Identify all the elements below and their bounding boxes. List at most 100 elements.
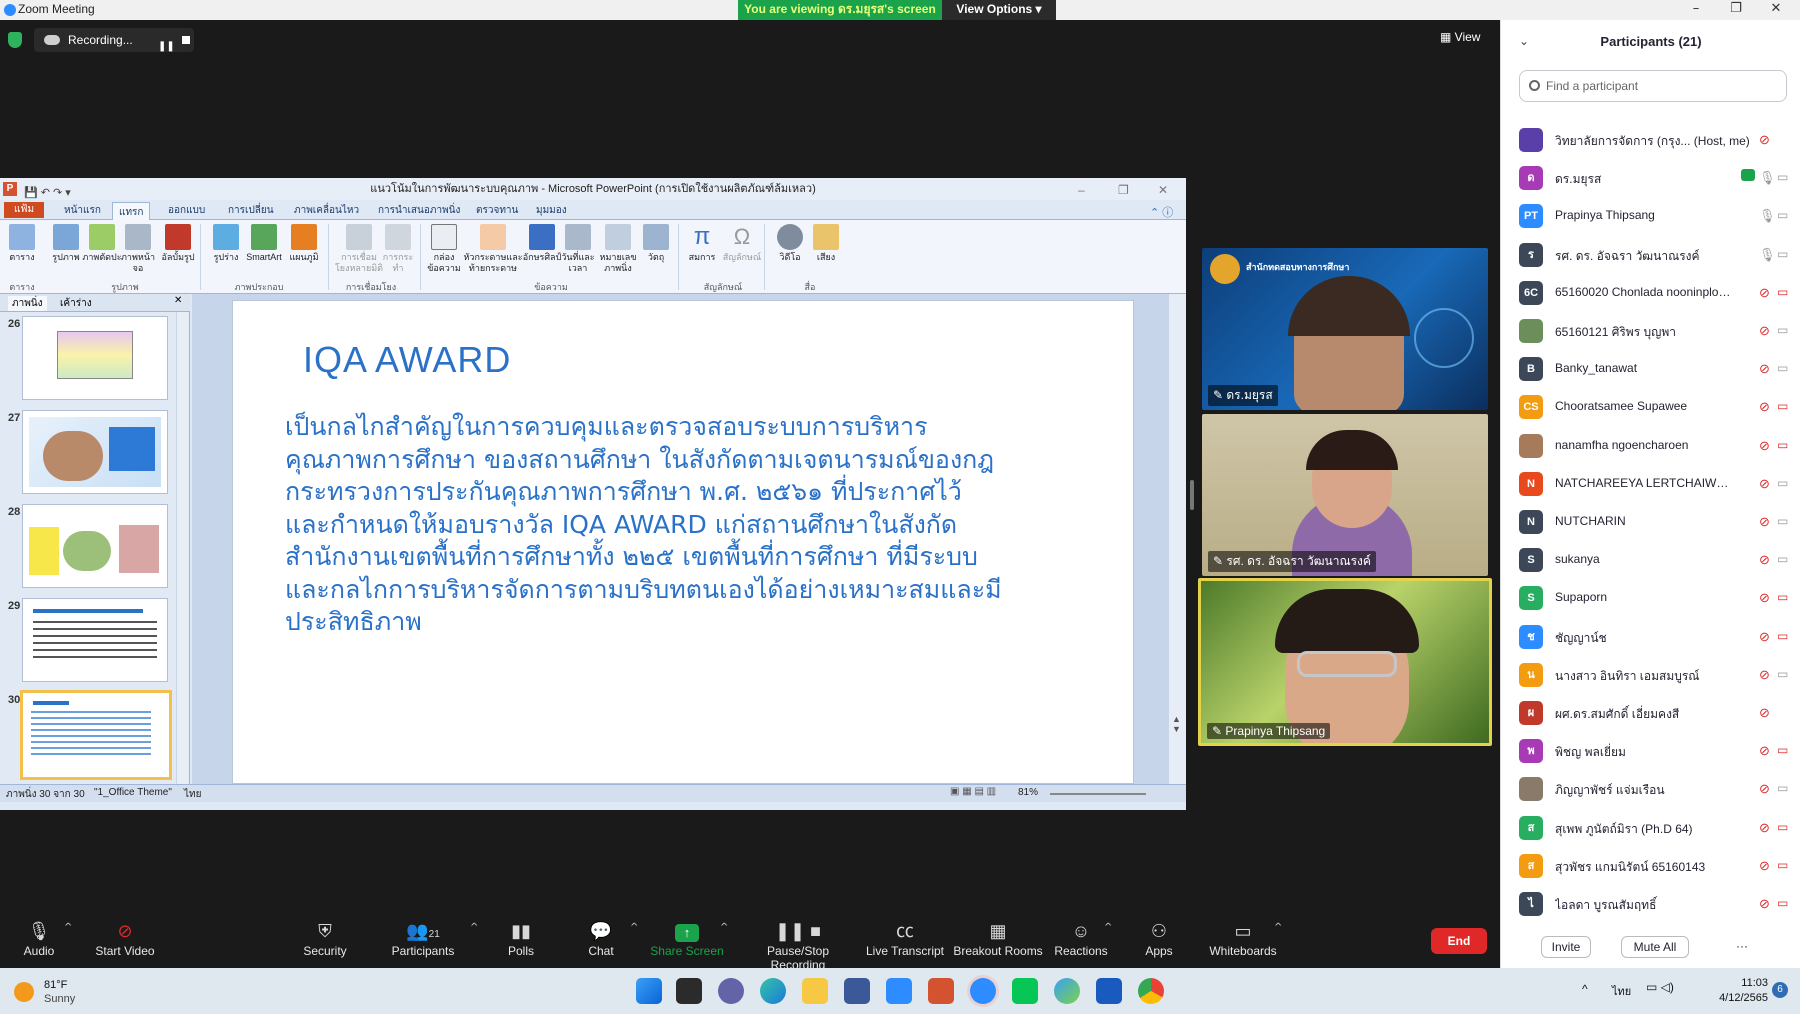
start-video-button[interactable]: ⊘ Start Video (80, 912, 170, 968)
live-transcript-button[interactable]: ㏄ Live Transcript (860, 912, 950, 968)
muted-mic-icon: ⊘ (1759, 857, 1770, 873)
end-meeting-button[interactable]: End (1431, 928, 1487, 954)
stop-recording-icon[interactable] (182, 36, 190, 44)
group-label-table: ตาราง (9, 282, 35, 292)
edge-icon[interactable] (760, 978, 786, 1004)
slide-number-icon (605, 224, 631, 250)
powerpoint-taskbar-icon[interactable] (928, 978, 954, 1004)
browser-icon[interactable] (1054, 978, 1080, 1004)
input-language[interactable]: ไทย (1612, 982, 1631, 1000)
pause-stop-recording-button[interactable]: ❚❚ ■ Pause/Stop Recording (738, 912, 858, 972)
video-reel-icon (777, 224, 803, 250)
network-volume-icon[interactable]: ▭ ◁) (1646, 980, 1674, 994)
task-view-icon[interactable] (676, 978, 702, 1004)
participant-row[interactable]: น นางสาว อินทิรา เอมสมบูรณ์ ⊘ ▭ (1519, 655, 1789, 693)
participant-row[interactable]: ไ ไอลดา บูรณสัมฤทธิ์ ⊘ ▭ (1519, 884, 1789, 922)
avatar: ด (1519, 166, 1543, 191)
video-tile-1[interactable]: สำนักทดสอบทางการศึกษา ✎ ดร.มยุรส (1202, 248, 1488, 410)
participants-button[interactable]: 👥21 Participants (378, 912, 468, 968)
audio-options-caret[interactable]: ^ (64, 922, 72, 933)
avatar: ไ (1519, 892, 1543, 916)
share-options-caret[interactable]: ^ (720, 922, 728, 933)
chrome-icon[interactable] (1138, 978, 1164, 1004)
slide-number: 28 (8, 506, 21, 518)
participant-row[interactable]: B Banky_tanawat ⊘ ▭ (1519, 349, 1789, 387)
line-icon[interactable] (1012, 978, 1038, 1004)
view-options-button[interactable]: View Options ▾ (942, 0, 1056, 20)
participant-name: สุวพัชร แกมนิรัตน์ 65160143 (1555, 859, 1706, 874)
security-button[interactable]: ⛨ Security (280, 912, 370, 968)
close-icon[interactable]: ✕ (1756, 0, 1796, 20)
ribbon-symbol: Ω สัญลักษณ์ (722, 224, 762, 262)
ppt-tab-transitions: การเปลี่ยน (228, 205, 274, 216)
mail-icon[interactable] (886, 978, 912, 1004)
whiteboards-options-caret[interactable]: ^ (1274, 922, 1282, 933)
participant-row[interactable]: ช ชัญญาน์ช ⊘ ▭ (1519, 617, 1789, 655)
slide-title: IQA AWARD (303, 339, 512, 380)
chat-button[interactable]: 💬 Chat (556, 912, 646, 968)
participant-row[interactable]: 6C 65160020 Chonlada nooninplod... ⊘ ▭ (1519, 273, 1789, 311)
video-tile-3-active-speaker[interactable]: ✎ Prapinya Thipsang (1198, 578, 1492, 746)
muted-mic-icon: ⊘ (1759, 437, 1770, 453)
zoom-taskbar-icon[interactable] (970, 978, 996, 1004)
action-icon (385, 224, 411, 250)
file-explorer-icon[interactable] (802, 978, 828, 1004)
participant-name: รศ. ดร. อัจฉรา วัฒนาณรงค์ (1555, 248, 1700, 263)
shapes-icon (213, 224, 239, 250)
encryption-shield-icon[interactable] (8, 32, 22, 48)
minimize-icon[interactable]: – (1676, 0, 1716, 20)
participant-row[interactable]: 65160121 ศิริพร บุญพา ⊘ ▭ (1519, 311, 1789, 349)
participant-row[interactable]: ส สุเพพ ภูนัตถ์มิรา (Ph.D 64) ⊘ ▭ (1519, 808, 1789, 846)
video-tile-2[interactable]: ✎ รศ. ดร. อัจฉรา วัฒนาณรงค์ (1202, 414, 1488, 576)
meeting-toolbar: 🎙 Audio ^ ⊘ Start Video ⛨ Security 👥21 Parti… (0, 912, 1500, 972)
tab-outline: เค้าร่าง (60, 298, 92, 309)
notification-badge[interactable]: 6 (1772, 982, 1788, 998)
whiteboards-button[interactable]: ▭ Whiteboards (1198, 912, 1288, 968)
participant-row[interactable]: ร รศ. ดร. อัจฉรา วัฒนาณรงค์ 🎙 ▭ (1519, 235, 1789, 273)
muted-mic-icon: ⊘ (1759, 896, 1770, 911)
invite-button[interactable]: Invite (1541, 936, 1591, 958)
participant-row[interactable]: S Supaporn ⊘ ▭ (1519, 578, 1789, 616)
participant-row[interactable]: ส สุวพัชร แกมนิรัตน์ 65160143 ⊘ ▭ (1519, 846, 1789, 884)
system-clock[interactable]: 11:03 4/12/2565 (1698, 976, 1768, 1006)
reactions-button[interactable]: ☺ Reactions (1036, 912, 1126, 968)
participant-row[interactable]: Ssukanya ⊘ ▭ (1519, 540, 1789, 578)
participant-row[interactable]: N NUTCHARIN ⊘ ▭ (1519, 502, 1789, 540)
audio-button[interactable]: 🎙 Audio (0, 912, 84, 968)
participant-row[interactable]: CS Chooratsamee Supawee ⊘ ▭ (1519, 387, 1789, 425)
ribbon-table: ตาราง (2, 224, 42, 263)
participant-row[interactable]: nanamfha ngoencharoen ⊘ ▭ (1519, 426, 1789, 464)
ribbon-date-time: วันที่และเวลา (558, 224, 598, 274)
org-caption: สำนักทดสอบทางการศึกษา (1246, 262, 1350, 272)
smartart-icon (251, 224, 277, 250)
participant-search-input[interactable]: Find a participant (1519, 70, 1787, 102)
teams-chat-icon[interactable] (718, 978, 744, 1004)
apps-button[interactable]: ⚇ Apps (1114, 912, 1204, 968)
participant-row[interactable]: ด ดร.มยุรส 🎙 ▭ (1519, 158, 1789, 196)
reactions-options-caret[interactable]: ^ (1104, 922, 1112, 933)
view-button[interactable]: ▦ View (1440, 30, 1480, 44)
participant-row[interactable]: PT Prapinya Thipsang 🎙 ▭ (1519, 196, 1789, 234)
word-icon[interactable] (1096, 978, 1122, 1004)
participant-row[interactable]: ภิญญาพัชร์ แจ่มเรือน ⊘ ▭ (1519, 769, 1789, 807)
polls-button[interactable]: ▮▮ Polls (476, 912, 566, 968)
participant-row[interactable]: ผ ผศ.ดร.สมศักดิ์ เอี่ยมคงสี ⊘ (1519, 693, 1789, 731)
slide-scrollbar: ▲ ▼ (1168, 294, 1186, 784)
breakout-rooms-button[interactable]: ▦ Breakout Rooms (948, 912, 1048, 968)
slide-thumbnail-panel: ภาพนิ่ง เค้าร่าง ✕ 26 27 28 29 30 (0, 294, 190, 784)
start-icon[interactable] (636, 978, 662, 1004)
more-options-button[interactable]: ··· (1727, 936, 1757, 958)
mute-all-button[interactable]: Mute All (1621, 936, 1689, 958)
splitter-handle[interactable] (1190, 480, 1194, 510)
chat-options-caret[interactable]: ^ (630, 922, 638, 933)
participant-row[interactable]: พ พิชญ พลเยี่ยม ⊘ ▭ (1519, 731, 1789, 769)
participant-row[interactable]: N NATCHAREEYA LERTCHAIWEERA... ⊘ ▭ (1519, 464, 1789, 502)
tray-chevron-icon[interactable]: ^ (1582, 982, 1588, 996)
participant-row[interactable]: วิทยาลัยการจัดการ (กรุง... (Host, me) ⊘ (1519, 120, 1789, 158)
share-screen-button[interactable]: ↑ Share Screen (642, 912, 732, 968)
participant-name: sukanya (1555, 552, 1600, 567)
store-icon[interactable] (844, 978, 870, 1004)
ribbon-slide-number: หมายเลขภาพนิ่ง (598, 224, 638, 274)
pause-recording-icon[interactable]: ❚❚ (158, 35, 175, 59)
restore-icon[interactable]: ❐ (1716, 0, 1756, 20)
